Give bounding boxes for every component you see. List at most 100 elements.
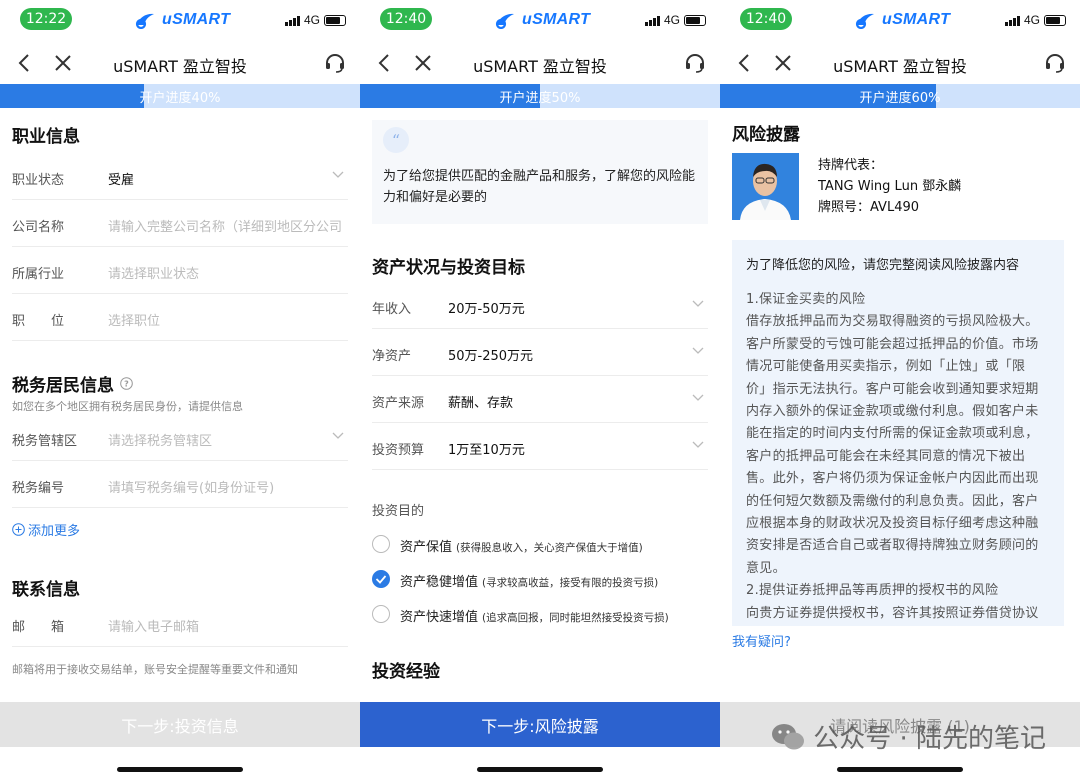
risk-body-line: 客户的抵押品可能会在未经其同意的情况下被出 [746, 448, 1026, 464]
field-investment-budget[interactable]: 投资预算 1万至10万元 [372, 423, 708, 470]
risk-body-line: 能在指定的时间内支付所需的保证金款项或利息， [746, 426, 1039, 442]
chevron-down-icon [692, 347, 704, 354]
field-position[interactable]: 职 位 选择职位 [12, 294, 348, 341]
field-email[interactable]: 邮 箱 请输入电子邮箱 [12, 600, 348, 647]
radio-unchecked-icon[interactable] [372, 535, 390, 553]
industry-select[interactable]: 请选择职业状态 [108, 263, 350, 282]
battery-icon [1044, 14, 1066, 26]
field-label: 资产来源 [372, 396, 425, 411]
risk-body-line: 内存入额外的保证金款项或缴付利息。假如客户未 [746, 404, 1039, 420]
status-time: 12:40 [380, 8, 432, 30]
watermark: 公众号 · 陆先的笔记 [771, 718, 1046, 755]
position-select[interactable]: 选择职位 [108, 310, 350, 329]
help-icon[interactable]: ? [120, 377, 133, 390]
field-tax-number[interactable]: 税务编号 请填写税务编号(如身份证号) [12, 461, 348, 508]
brand-logo: uSMART [494, 10, 590, 30]
home-indicator [117, 767, 243, 772]
section-title-contact: 联系信息 [12, 580, 80, 600]
option-desc: (获得股息收入，关心资产保值大于增值) [456, 542, 643, 554]
brand-name: uSMART [522, 11, 591, 28]
headset-support-icon[interactable] [1044, 52, 1066, 74]
status-bar: 12:40 uSMART 4G [720, 0, 1080, 40]
quote-icon: “ [383, 127, 409, 153]
field-label: 税务编号 [12, 481, 65, 496]
tax-title-text: 税务居民信息 [12, 376, 114, 396]
intro-card: “ 为了给您提供匹配的金融产品和服务，了解您的风险能力和偏好是必要的 [372, 120, 708, 224]
section-title-tax: 税务居民信息 ? [0, 371, 360, 396]
headset-support-icon[interactable] [684, 52, 706, 74]
chevron-down-icon [692, 394, 704, 401]
signal-icon [644, 15, 660, 26]
page-title: uSMART 盈立智投 [113, 57, 247, 76]
screen-risk-disclosure: 12:40 uSMART 4G uSMART 盈立智投 开户进度60% 风险披露… [720, 0, 1080, 780]
brand-logo: uSMART [854, 10, 950, 30]
svg-text:?: ? [124, 380, 129, 389]
radio-checked-icon[interactable] [372, 570, 390, 588]
risk-body-line: 意见。 [746, 560, 786, 576]
chevron-down-icon [332, 171, 344, 178]
field-label: 职 位 [12, 314, 65, 329]
field-asset-source[interactable]: 资产来源 薪酬、存款 [372, 376, 708, 423]
representative-info: 持牌代表： TANG Wing Lun 鄧永麟 牌照号：AVL490 [818, 155, 961, 218]
tax-number-input[interactable]: 请填写税务编号(如身份证号) [108, 477, 350, 496]
rep-name: TANG Wing Lun 鄧永麟 [818, 179, 962, 194]
status-time: 12:40 [740, 8, 792, 30]
brand-logo: uSMART [134, 10, 230, 30]
purpose-title: 投资目的 [372, 504, 425, 519]
progress-bar: 开户进度40% [0, 84, 360, 108]
option-desc: (追求高回报，同时能坦然接受投资亏损) [482, 612, 669, 624]
section-title-experience: 投资经验 [372, 662, 440, 682]
next-button-risk-disclosure[interactable]: 下一步:风险披露 [360, 702, 720, 747]
home-indicator [837, 767, 963, 772]
field-employment-status[interactable]: 职业状态 受雇 [12, 153, 348, 200]
risk-body-line: 1.保证金买卖的风险 [746, 292, 866, 307]
rep-label: 持牌代表： [818, 158, 884, 173]
field-label: 邮 箱 [12, 620, 65, 635]
progress-label: 开户进度40% [139, 91, 221, 106]
intro-text: 为了给您提供匹配的金融产品和服务，了解您的风险能力和偏好是必要的 [383, 169, 696, 205]
add-more-button[interactable]: 添加更多 [0, 508, 360, 539]
risk-disclosure-scroll[interactable]: 为了降低您的风险，请您完整阅读风险披露内容 1.保证金买卖的风险 借存放抵押品而为… [732, 240, 1064, 626]
progress-label: 开户进度60% [859, 91, 941, 106]
field-value: 50万-250万元 [448, 349, 534, 364]
risk-body-line: 向贵方证券提供授权书，容许其按照证券借贷协议 [746, 605, 1039, 621]
field-value: 20万-50万元 [448, 302, 525, 317]
email-input[interactable]: 请输入电子邮箱 [108, 616, 350, 635]
form-content: “ 为了给您提供匹配的金融产品和服务，了解您的风险能力和偏好是必要的 资产状况与… [360, 108, 720, 746]
question-link[interactable]: 我有疑问? [732, 631, 791, 650]
status-bar: 12:22 uSMART 4G [0, 0, 360, 40]
field-label: 所属行业 [12, 267, 65, 282]
svg-text:“: “ [392, 131, 400, 150]
brand-name: uSMART [162, 11, 231, 28]
page-title: uSMART 盈立智投 [473, 57, 607, 76]
network-type: 4G [663, 13, 680, 27]
headset-support-icon[interactable] [324, 52, 346, 74]
company-name-input[interactable]: 请输入完整公司名称（详细到地区分公司 [108, 216, 350, 235]
progress-bar: 开户进度60% [720, 84, 1080, 108]
field-net-assets[interactable]: 净资产 50万-250万元 [372, 329, 708, 376]
section-title-assets: 资产状况与投资目标 [372, 258, 525, 278]
usmart-logo-icon [855, 13, 874, 29]
radio-unchecked-icon[interactable] [372, 605, 390, 623]
next-button-investment-info[interactable]: 下一步:投资信息 [0, 702, 360, 747]
asset-fields: 年收入 20万-50万元 净资产 50万-250万元 资产来源 薪酬、存款 投资… [360, 282, 720, 470]
field-label: 税务管辖区 [12, 434, 78, 449]
field-tax-jurisdiction[interactable]: 税务管辖区 请选择税务管辖区 [12, 414, 348, 461]
field-company-name[interactable]: 公司名称 请输入完整公司名称（详细到地区分公司 [12, 200, 348, 247]
option-label: 资产保值 [400, 540, 453, 555]
home-indicator [477, 767, 603, 772]
form-content: 职业信息 职业状态 受雇 公司名称 请输入完整公司名称（详细到地区分公司 所属行… [0, 108, 360, 746]
risk-body-line: 的任何短欠数额及需缴付的利息负责。因此，客户 [746, 493, 1039, 509]
signal-status: 4G [284, 13, 346, 27]
option-label: 资产稳健增值 [400, 575, 479, 590]
chevron-down-icon [692, 300, 704, 307]
tax-jurisdiction-select[interactable]: 请选择税务管辖区 [108, 430, 350, 449]
risk-body-line: 应根据本身的财政状况及投资目标仔细考虑这种融 [746, 516, 1039, 532]
field-annual-income[interactable]: 年收入 20万-50万元 [372, 282, 708, 329]
field-industry[interactable]: 所属行业 请选择职业状态 [12, 247, 348, 294]
nav-bar: uSMART 盈立智投 [720, 42, 1080, 84]
email-hint: 邮箱将用于接收交易结单，账号安全提醒等重要文件和通知 [12, 663, 298, 676]
signal-status: 4G [1004, 13, 1066, 27]
risk-body-line: 价」指示无法执行。客户可能会收到通知要求短期 [746, 381, 1039, 397]
signal-status: 4G [644, 13, 706, 27]
